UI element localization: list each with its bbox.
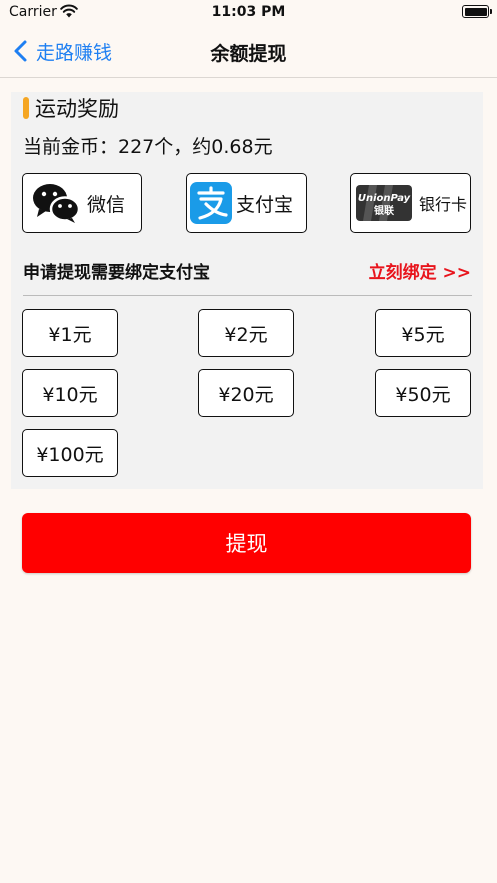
reward-card: 运动奖励 当前金币：227个，约0.68元 微信 支付宝 UnionPay 银联… bbox=[11, 92, 483, 489]
unionpay-icon: UnionPay 银联 bbox=[356, 185, 412, 221]
bank-card-label: 银行卡 bbox=[419, 195, 468, 214]
amount-option[interactable]: ¥100元 bbox=[22, 429, 118, 477]
amount-option[interactable]: ¥5元 bbox=[375, 309, 471, 357]
amount-option[interactable]: ¥10元 bbox=[22, 369, 118, 417]
section-title: 运动奖励 bbox=[35, 97, 119, 121]
withdraw-button[interactable]: 提现 bbox=[22, 513, 471, 573]
amount-option[interactable]: ¥1元 bbox=[22, 309, 118, 357]
amount-option[interactable]: ¥2元 bbox=[198, 309, 294, 357]
status-bar: Carrier 11:03 PM bbox=[0, 0, 497, 26]
page-title: 余额提现 bbox=[210, 43, 287, 65]
clock: 11:03 PM bbox=[211, 4, 286, 20]
svg-text:银联: 银联 bbox=[374, 204, 394, 217]
section-header: 运动奖励 bbox=[23, 94, 119, 122]
bind-prompt: 申请提现需要绑定支付宝 bbox=[23, 263, 210, 283]
svg-text:UnionPay: UnionPay bbox=[358, 193, 411, 204]
amount-option[interactable]: ¥50元 bbox=[375, 369, 471, 417]
divider bbox=[23, 295, 472, 296]
amount-option[interactable]: ¥20元 bbox=[198, 369, 294, 417]
alipay-label: 支付宝 bbox=[236, 193, 294, 216]
wechat-label: 微信 bbox=[87, 193, 126, 216]
bind-now-link[interactable]: 立刻绑定 >> bbox=[369, 258, 471, 283]
wechat-icon bbox=[33, 184, 81, 223]
alipay-icon bbox=[190, 182, 232, 224]
wechat-pay-button[interactable]: 微信 bbox=[22, 173, 142, 233]
navigation-bar: 走路赚钱 余额提现 bbox=[0, 26, 497, 78]
bank-card-button[interactable]: UnionPay 银联 银行卡 bbox=[350, 173, 471, 233]
alipay-button[interactable]: 支付宝 bbox=[186, 173, 307, 233]
section-accent-bar bbox=[23, 97, 29, 119]
battery-icon bbox=[462, 5, 492, 18]
coin-balance-text: 当前金币：227个，约0.68元 bbox=[23, 136, 273, 158]
